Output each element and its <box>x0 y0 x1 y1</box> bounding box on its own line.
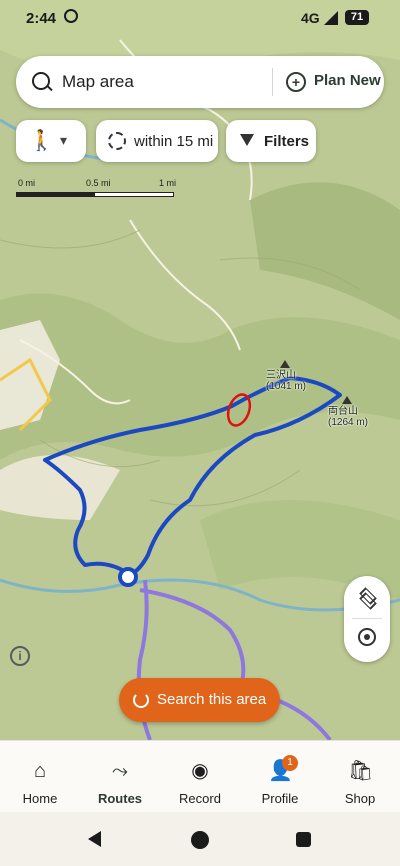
search-input[interactable]: Map area <box>62 72 134 92</box>
nav-item-home[interactable]: ⌂ Home <box>0 741 80 813</box>
shop-icon: 🛍 <box>348 760 374 782</box>
chevron-down-icon: ▾ <box>60 132 68 148</box>
search-this-area-button[interactable]: Search this area <box>119 678 280 722</box>
nav-label: Routes <box>97 791 143 806</box>
peak-marker-icon <box>280 360 290 368</box>
scale-label: 0 mi <box>18 178 36 188</box>
nav-item-record[interactable]: ◉ Record <box>160 741 240 813</box>
nav-item-shop[interactable]: 🛍 Shop <box>320 741 400 813</box>
divider <box>352 618 382 619</box>
map-view[interactable]: 三沢山 (1041 m) 両台山 (1264 m) <box>0 0 400 740</box>
radius-icon <box>108 132 126 150</box>
peak-label: 両台山 (1264 m) <box>328 406 368 428</box>
activity-filter-button[interactable]: 🚶 ▾ <box>16 120 86 162</box>
peak-elevation: (1264 m) <box>328 417 369 428</box>
peak-elevation: (1041 m) <box>266 381 307 392</box>
map-scale: 0 mi 0.5 mi 1 mi <box>16 178 177 197</box>
nav-label: Home <box>22 791 58 806</box>
signal-icon <box>324 11 338 25</box>
filters-label: Filters <box>264 133 310 150</box>
nav-label: Shop <box>344 791 376 806</box>
nav-item-profile[interactable]: 👤 1 Profile <box>240 741 320 813</box>
distance-label: within 15 mi <box>134 133 214 150</box>
nav-item-routes[interactable]: ⤳ Routes <box>80 741 160 813</box>
scale-label: 0.5 mi <box>86 178 111 188</box>
divider <box>272 68 273 96</box>
search-bar[interactable]: Map area + Plan New <box>16 56 384 108</box>
layers-icon[interactable] <box>358 588 376 606</box>
plan-new-label: Plan New <box>314 72 381 89</box>
status-time: 2:44 <box>26 10 57 27</box>
search-icon <box>32 72 50 90</box>
search-this-area-label: Search this area <box>157 691 267 708</box>
refresh-icon <box>133 692 149 708</box>
locate-icon[interactable] <box>358 628 376 646</box>
plus-icon: + <box>286 72 306 92</box>
nav-label: Record <box>179 791 221 806</box>
status-bar: 2:44 4G 71 <box>0 0 400 36</box>
bottom-nav: ⌂ Home ⤳ Routes ◉ Record 👤 1 Profile 🛍 S… <box>0 740 400 813</box>
filters-button[interactable]: Filters <box>226 120 316 162</box>
map-controls <box>344 576 390 662</box>
scale-label: 1 mi <box>159 178 177 188</box>
distance-filter-button[interactable]: within 15 mi <box>96 120 218 162</box>
peak-name: 両台山 <box>328 406 358 417</box>
hiking-icon: 🚶 <box>29 130 54 152</box>
system-nav <box>0 812 400 866</box>
routes-icon: ⤳ <box>112 760 128 782</box>
back-icon[interactable] <box>88 831 101 847</box>
peak-label: 三沢山 (1041 m) <box>266 370 306 392</box>
filter-icon <box>240 134 254 146</box>
info-icon[interactable]: i <box>10 646 30 666</box>
battery-icon: 71 <box>345 10 369 25</box>
profile-badge: 1 <box>282 755 298 771</box>
scale-bar <box>16 192 174 197</box>
plan-new-button[interactable]: + Plan New <box>286 72 381 92</box>
whatsapp-icon <box>64 9 78 23</box>
peak-marker-icon <box>342 396 352 404</box>
recents-icon[interactable] <box>296 832 311 847</box>
map-canvas[interactable] <box>0 0 400 740</box>
home-button-icon[interactable] <box>191 831 209 849</box>
home-icon: ⌂ <box>33 760 47 782</box>
nav-label: Profile <box>261 791 299 806</box>
peak-name: 三沢山 <box>266 370 296 381</box>
record-icon: ◉ <box>191 760 209 782</box>
network-label: 4G <box>301 10 320 26</box>
